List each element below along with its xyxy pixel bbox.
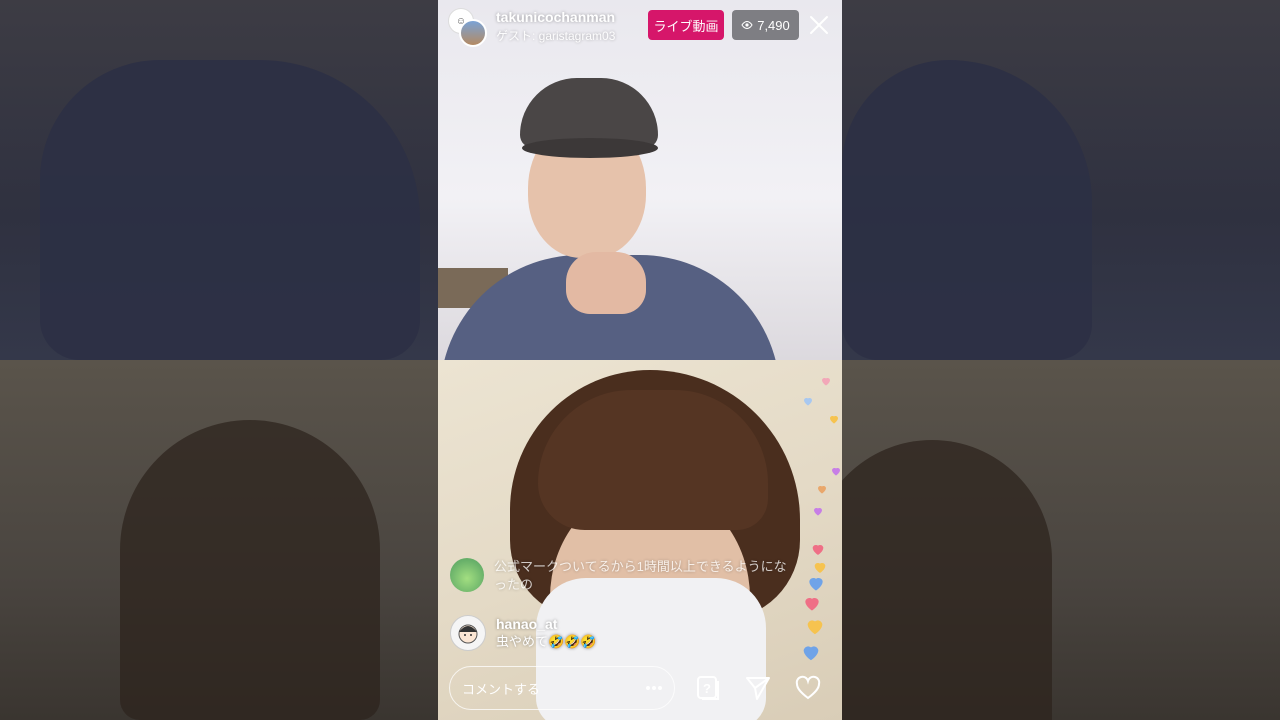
more-dots-icon <box>646 686 662 690</box>
host-username[interactable]: takunicochanman <box>496 9 615 25</box>
blurred-background-left <box>0 0 438 720</box>
comment-text: 公式マークついてるから1時間以上できるようになったの <box>494 559 787 592</box>
share-button[interactable] <box>744 674 772 702</box>
top-bar: ☺ takunicochanman ゲスト: garistagram03 ライブ… <box>438 0 842 54</box>
heart-reaction-icon <box>814 507 822 516</box>
commenter-avatar <box>450 615 486 651</box>
question-box-icon: ? <box>697 676 719 700</box>
eye-icon <box>741 20 753 30</box>
heart-reaction-icon <box>807 620 823 635</box>
svg-text:?: ? <box>703 681 711 696</box>
heart-reaction-icon <box>818 485 826 494</box>
heart-reaction-icon <box>830 415 838 424</box>
more-options-button[interactable] <box>642 676 666 700</box>
comment-item: hanao_at 虫やめて🤣🤣🤣 <box>450 615 790 651</box>
close-icon <box>810 16 828 34</box>
heart-reaction-icon <box>809 577 823 591</box>
comment-text: 虫やめて🤣🤣🤣 <box>496 634 597 649</box>
heart-reaction-icon <box>804 397 812 406</box>
heart-reaction-icon <box>832 467 840 476</box>
send-icon <box>746 677 770 700</box>
viewer-count-badge[interactable]: 7,490 <box>732 10 799 40</box>
heart-reaction-icon <box>805 597 819 611</box>
heart-reaction-icon <box>803 646 819 661</box>
commenter-avatar <box>450 558 484 592</box>
viewer-count: 7,490 <box>757 17 790 33</box>
heart-icon <box>795 675 821 700</box>
heart-reaction-icon <box>822 377 830 386</box>
guest-username-line: ゲスト: garistagram03 <box>496 29 616 43</box>
live-stream-view: ☺ takunicochanman ゲスト: garistagram03 ライブ… <box>438 0 842 720</box>
host-video-feed <box>438 0 842 360</box>
comment-username[interactable]: hanao_at <box>496 615 597 633</box>
cartoon-face-icon <box>458 624 478 644</box>
close-button[interactable] <box>806 12 832 38</box>
question-button[interactable]: ? <box>694 674 722 702</box>
heart-reaction-icon <box>812 544 824 555</box>
comment-item: 公式マークついてるから1時間以上できるようになったの <box>450 558 790 594</box>
floating-hearts <box>790 365 842 665</box>
live-badge: ライブ動画 <box>648 10 724 40</box>
like-button[interactable] <box>794 674 822 702</box>
guest-avatar[interactable] <box>459 19 487 47</box>
blurred-background-right <box>842 0 1280 720</box>
